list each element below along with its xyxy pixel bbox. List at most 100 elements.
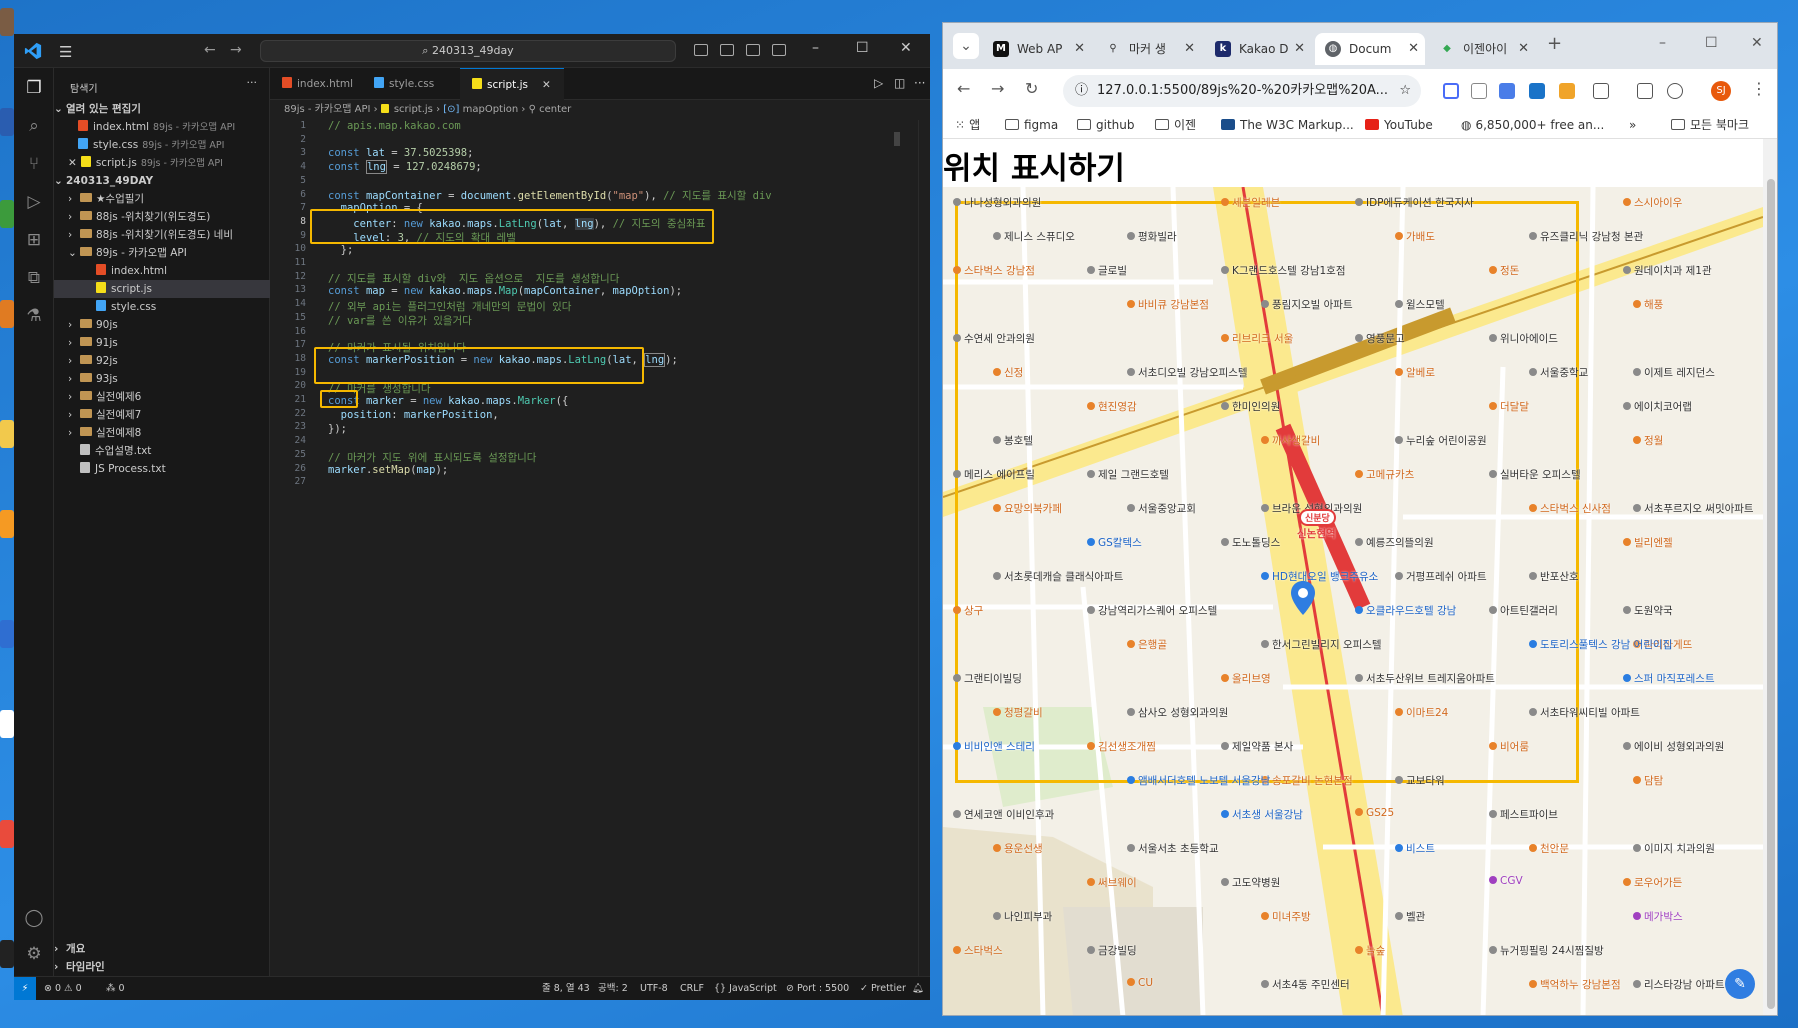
tree-folder[interactable]: › 90js bbox=[54, 316, 270, 334]
close-icon[interactable]: ✕ bbox=[68, 157, 77, 169]
extension-icon[interactable] bbox=[1499, 83, 1515, 99]
map-poi-label[interactable]: 알베로 bbox=[1395, 365, 1435, 380]
desktop-app-icon[interactable] bbox=[0, 940, 14, 968]
desktop-app-icon[interactable] bbox=[0, 300, 14, 328]
desktop-app-icon[interactable] bbox=[0, 820, 14, 848]
tree-folder[interactable]: › 93js bbox=[54, 370, 270, 388]
open-editor-item[interactable]: index.html 89js - 카카오맵 API bbox=[54, 118, 270, 136]
map-poi-label[interactable]: 실버타운 오피스텔 bbox=[1489, 467, 1581, 482]
hamburger-menu-icon[interactable]: ☰ bbox=[59, 43, 72, 61]
address-bar[interactable]: ⓘ 127.0.0.1:5500/89js%20-%20카카오맵%20A... ☆ bbox=[1063, 75, 1421, 107]
map-poi-label[interactable]: 서초두산위브 트레지움아파트 bbox=[1355, 671, 1495, 686]
map-poi-label[interactable]: 아트틴갤러리 bbox=[1489, 603, 1558, 618]
map-poi-label[interactable]: 스타벅스 신사점 bbox=[1529, 501, 1611, 516]
map-marker-pin-icon[interactable] bbox=[1291, 581, 1315, 615]
map-poi-label[interactable]: 반포산호 bbox=[1529, 569, 1579, 584]
map-poi-label[interactable]: 메가박스 bbox=[1633, 909, 1683, 924]
map-poi-label[interactable]: K그랜드호스텔 강남1호점 bbox=[1221, 263, 1346, 278]
map-poi-label[interactable]: 리브리크 서울 bbox=[1221, 331, 1293, 346]
map-poi-label[interactable]: 이미지 치과의원 bbox=[1633, 841, 1715, 856]
toggle-sidebar-icon[interactable] bbox=[694, 44, 708, 56]
more-actions-icon[interactable]: ··· bbox=[247, 76, 258, 89]
open-editors-header[interactable]: ⌄ 열려 있는 편집기 bbox=[54, 100, 270, 118]
maximize-icon[interactable]: ☐ bbox=[856, 40, 869, 56]
map-poi-label[interactable]: 송포갈비 논현본점 bbox=[1261, 773, 1353, 788]
map-poi-label[interactable]: 앰배서더호텔 노보텔 서울강남 bbox=[1127, 773, 1270, 788]
tree-folder[interactable]: › 실전예제6 bbox=[54, 388, 270, 406]
tree-folder[interactable]: ⌄ 89js - 카카오맵 API bbox=[54, 244, 270, 262]
map-poi-label[interactable]: 해풍 bbox=[1633, 297, 1663, 312]
map-poi-label[interactable]: 벨관 bbox=[1395, 909, 1425, 924]
map-poi-label[interactable]: 서초4동 주민센터 bbox=[1261, 977, 1350, 992]
line-ending[interactable]: CRLF bbox=[680, 977, 704, 1000]
close-tab-icon[interactable]: ✕ bbox=[1408, 33, 1419, 65]
account-icon[interactable]: ◯ bbox=[24, 908, 44, 928]
map-poi-label[interactable]: 강남역리가스퀘어 오피스텔 bbox=[1087, 603, 1217, 618]
station-label[interactable]: 신논현역 bbox=[1297, 526, 1336, 541]
map-poi-label[interactable]: 위니아에이드 bbox=[1489, 331, 1558, 346]
browser-tab[interactable]: k Kakao D ✕ bbox=[1205, 33, 1311, 65]
map-poi-label[interactable]: 제니스 스퓨디오 bbox=[993, 229, 1075, 244]
scrollbar-thumb[interactable] bbox=[1767, 179, 1775, 1009]
open-editor-item[interactable]: style.css 89js - 카카오맵 API bbox=[54, 136, 270, 154]
remote-indicator-icon[interactable]: ⚡ bbox=[14, 977, 36, 1000]
toggle-secondary-sidebar-icon[interactable] bbox=[746, 44, 760, 56]
map-poi-label[interactable]: 요망의북카페 bbox=[993, 501, 1062, 516]
back-arrow-icon[interactable]: ← bbox=[204, 42, 216, 58]
tab-style-css[interactable]: style.css bbox=[362, 68, 460, 100]
outline-section[interactable]: › 개요 bbox=[54, 940, 270, 958]
back-arrow-icon[interactable]: ← bbox=[957, 79, 970, 98]
bookmarks-overflow-chevron-icon[interactable]: » bbox=[1629, 111, 1636, 139]
tree-folder[interactable]: › 실전예제7 bbox=[54, 406, 270, 424]
browser-tab-active[interactable]: ◍ Docum ✕ bbox=[1315, 33, 1425, 65]
map-poi-label[interactable]: 글로빌 bbox=[1087, 263, 1127, 278]
map-poi-label[interactable]: 이제트 레지던스 bbox=[1633, 365, 1715, 380]
tab-index-html[interactable]: index.html bbox=[270, 68, 362, 100]
map-poi-label[interactable]: 백억하누 강남본점 bbox=[1529, 977, 1621, 992]
map-poi-label[interactable]: 도토리스풀텍스 강남 어린이집 bbox=[1529, 637, 1672, 652]
extensions-icon[interactable]: ⊞ bbox=[24, 230, 44, 250]
map-poi-label[interactable]: 유즈클리닉 강남청 본관 bbox=[1529, 229, 1643, 244]
map-poi-label[interactable]: 삼사오 성형외과의원 bbox=[1127, 705, 1228, 720]
map-poi-label[interactable]: 서초타워씨티빌 아파트 bbox=[1529, 705, 1640, 720]
map-poi-label[interactable]: 서울중학교 bbox=[1529, 365, 1588, 380]
tree-file[interactable]: style.css bbox=[54, 298, 270, 316]
map-poi-label[interactable]: 은행골 bbox=[1127, 637, 1167, 652]
desktop-app-icon[interactable] bbox=[0, 620, 14, 648]
search-icon[interactable]: ⌕ bbox=[24, 116, 44, 136]
map-poi-label[interactable]: 미녀주방 bbox=[1261, 909, 1311, 924]
map-poi-label[interactable]: 나인피부과 bbox=[993, 909, 1052, 924]
map-poi-label[interactable]: 비어룸 bbox=[1489, 739, 1529, 754]
tree-folder[interactable]: › 88js -위치찾기(위도경도) 네비 bbox=[54, 226, 270, 244]
new-tab-plus-icon[interactable]: + bbox=[1547, 33, 1562, 54]
map-poi-label[interactable]: 스타벅스 강남점 bbox=[953, 263, 1035, 278]
map-poi-label[interactable]: 연세코앤 이비인후과 bbox=[953, 807, 1054, 822]
problems-indicator[interactable]: ⊗ 0 ⚠ 0 bbox=[44, 977, 82, 1000]
code-editor[interactable]: 1 2 3 4 5 6 7 8 9 10 11 12 13 14 15 16 17 18 19 20 21 22 23 24 2… bbox=[270, 120, 930, 976]
map-poi-label[interactable]: 김선생조개찜 bbox=[1087, 739, 1156, 754]
tree-file[interactable]: JS Process.txt bbox=[54, 460, 270, 478]
browser-tab[interactable]: M Web AP ✕ bbox=[983, 33, 1091, 65]
tree-file[interactable]: script.js bbox=[54, 280, 270, 298]
breadcrumb-folder[interactable]: 89js - 카카오맵 API bbox=[284, 104, 370, 115]
side-panel-icon[interactable] bbox=[1637, 83, 1653, 99]
close-icon[interactable]: ✕ bbox=[1751, 35, 1763, 51]
map-poi-label[interactable]: 청평갈비 bbox=[993, 705, 1043, 720]
remote-explorer-icon[interactable]: ⧉ bbox=[24, 268, 44, 288]
map-poi-label[interactable]: GS25 bbox=[1355, 807, 1394, 819]
map-poi-label[interactable]: 제일약품 본사 bbox=[1221, 739, 1293, 754]
map-poi-label[interactable]: 윌스모텔 bbox=[1395, 297, 1445, 312]
tab-search-chevron-icon[interactable]: ⌄ bbox=[953, 33, 979, 59]
bookmark-github[interactable]: github bbox=[1077, 111, 1134, 139]
edit-pencil-icon[interactable]: ✎ bbox=[1725, 969, 1755, 999]
encoding[interactable]: UTF-8 bbox=[640, 977, 668, 1000]
live-server-port[interactable]: ⊘ Port : 5500 bbox=[786, 977, 849, 1000]
tree-folder[interactable]: › 91js bbox=[54, 334, 270, 352]
map-poi-label[interactable]: 로우어가든 bbox=[1623, 875, 1682, 890]
map-poi-label[interactable]: 올리브영 bbox=[1221, 671, 1271, 686]
map-poi-label[interactable]: IDP에듀케이션 한국지사 bbox=[1355, 195, 1474, 210]
map-poi-label[interactable]: 풍림지오빌 아파트 bbox=[1261, 297, 1353, 312]
map-poi-label[interactable]: 누리숲 어린이공원 bbox=[1395, 433, 1487, 448]
chrome-menu-icon[interactable]: ⋮ bbox=[1751, 79, 1767, 98]
run-icon[interactable]: ▷ bbox=[874, 76, 883, 90]
